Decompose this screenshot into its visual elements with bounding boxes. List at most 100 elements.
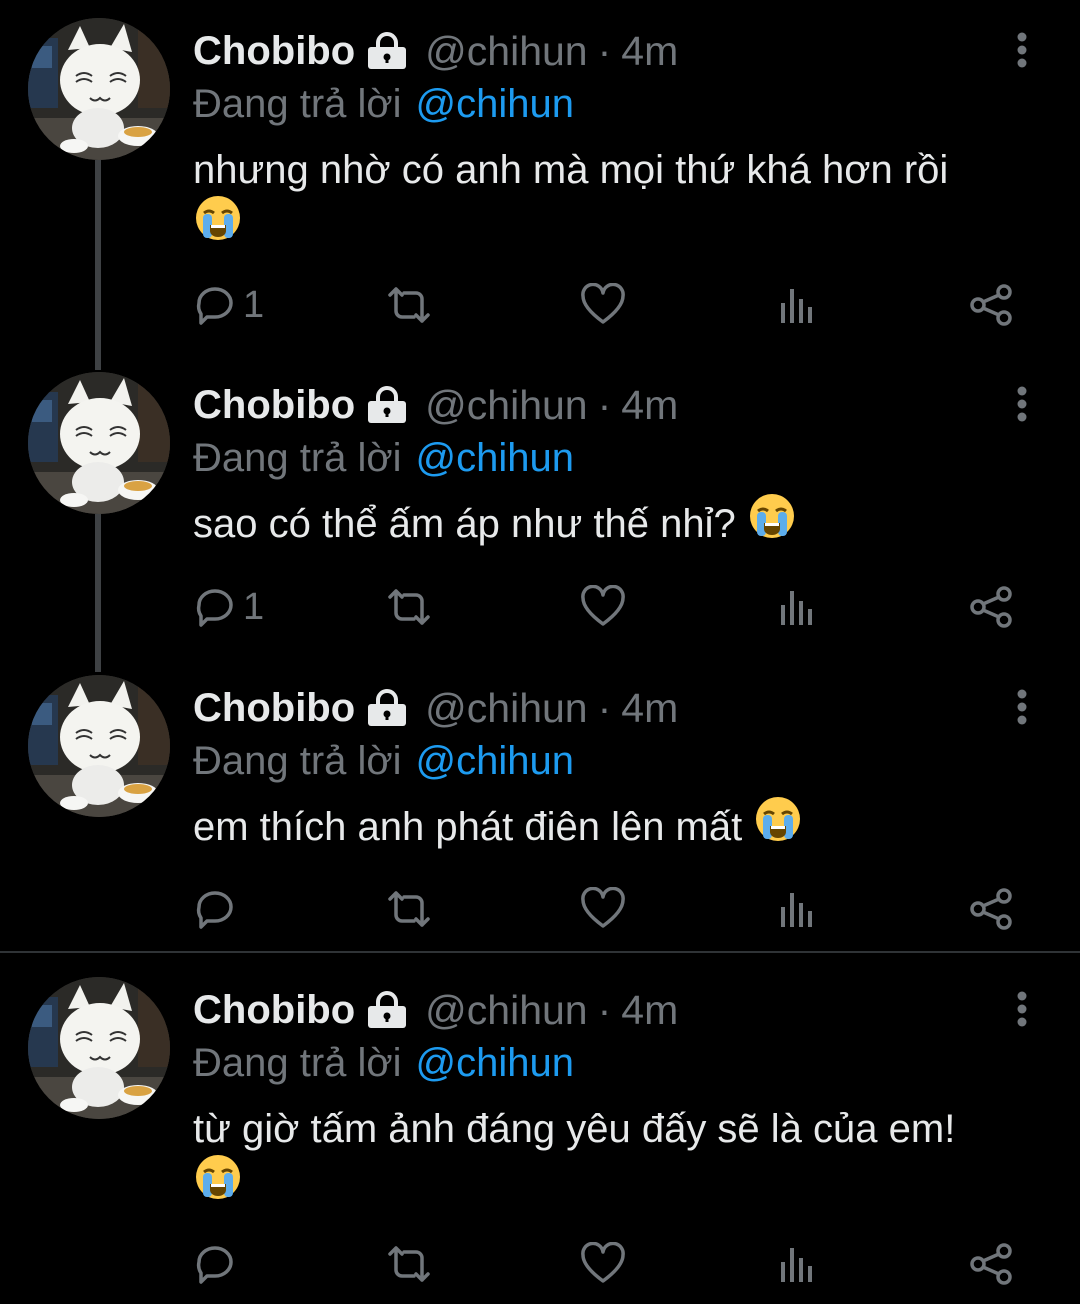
timestamp[interactable]: 4m <box>621 28 678 75</box>
replying-to-handle[interactable]: @chihun <box>416 1041 574 1086</box>
more-options-icon[interactable] <box>1008 989 1036 1029</box>
tweet[interactable]: Chobibo @chihun · 4m Đang trả lời @chihu… <box>0 18 1080 338</box>
reply-button[interactable] <box>193 879 243 939</box>
like-icon <box>581 1242 625 1283</box>
tweet-text-content: sao có thể ấm áp như thế nhỉ? <box>193 502 736 546</box>
timestamp[interactable]: 4m <box>621 987 678 1034</box>
reply-count: 1 <box>243 585 265 628</box>
lock-icon <box>365 32 409 70</box>
share-icon <box>970 1243 1012 1285</box>
reply-icon <box>196 589 233 627</box>
separator-dot: · <box>597 986 612 1033</box>
avatar[interactable] <box>28 675 170 817</box>
retweet-button[interactable] <box>384 1234 434 1294</box>
views-button[interactable] <box>778 1234 818 1294</box>
lock-icon <box>365 991 409 1029</box>
tweet-header: Chobibo @chihun · 4m <box>193 683 678 733</box>
replying-to-label: Đang trả lời <box>193 738 402 783</box>
reply-icon <box>196 287 233 325</box>
more-options-icon[interactable] <box>1008 687 1036 727</box>
loudly-crying-face-icon <box>193 193 243 258</box>
reply-button[interactable]: 1 <box>193 577 264 637</box>
timestamp[interactable]: 4m <box>621 382 678 429</box>
user-handle[interactable]: @chihun <box>425 685 587 732</box>
replying-to: Đang trả lời @chihun <box>193 735 574 787</box>
loudly-crying-face-icon <box>193 1152 243 1217</box>
replying-to-label: Đang trả lời <box>193 1040 402 1085</box>
views-icon <box>781 893 812 927</box>
views-button[interactable] <box>778 275 818 335</box>
tweet-text: sao có thể ấm áp như thế nhỉ? <box>193 493 1053 556</box>
views-icon <box>781 591 812 625</box>
share-button[interactable] <box>968 879 1014 939</box>
views-button[interactable] <box>778 577 818 637</box>
loudly-crying-face-icon <box>747 491 797 556</box>
reply-button[interactable] <box>193 1234 243 1294</box>
tweet-header: Chobibo @chihun · 4m <box>193 380 678 430</box>
loudly-crying-face-icon <box>753 794 803 859</box>
retweet-button[interactable] <box>384 879 434 939</box>
like-icon <box>581 887 625 928</box>
timestamp[interactable]: 4m <box>621 685 678 732</box>
tweet-text: từ giờ tấm ảnh đáng yêu đấy sẽ là của em… <box>193 1101 1053 1217</box>
reply-count: 1 <box>243 283 265 326</box>
avatar[interactable] <box>28 18 170 160</box>
more-options-icon[interactable] <box>1008 384 1036 424</box>
like-icon <box>581 585 625 626</box>
more-options-icon[interactable] <box>1008 30 1036 70</box>
lock-icon <box>365 386 409 424</box>
share-icon <box>970 284 1012 326</box>
like-button[interactable] <box>580 879 626 939</box>
like-button[interactable] <box>580 577 626 637</box>
views-icon <box>781 289 812 323</box>
display-name[interactable]: Chobibo <box>193 988 355 1033</box>
reply-button[interactable]: 1 <box>193 275 264 335</box>
views-button[interactable] <box>778 879 818 939</box>
share-button[interactable] <box>968 577 1014 637</box>
display-name[interactable]: Chobibo <box>193 383 355 428</box>
reply-icon <box>196 891 233 929</box>
display-name[interactable]: Chobibo <box>193 686 355 731</box>
like-button[interactable] <box>580 275 626 335</box>
tweet-text: em thích anh phát điên lên mất <box>193 796 1053 859</box>
retweet-button[interactable] <box>384 577 434 637</box>
replying-to: Đang trả lời @chihun <box>193 432 574 484</box>
retweet-icon <box>388 589 430 625</box>
tweet-text-content: nhưng nhờ có anh mà mọi thứ khá hơn rồi <box>193 148 949 192</box>
retweet-icon <box>388 1246 430 1282</box>
display-name[interactable]: Chobibo <box>193 29 355 74</box>
tweet-text-content: từ giờ tấm ảnh đáng yêu đấy sẽ là của em… <box>193 1107 956 1151</box>
share-button[interactable] <box>968 1234 1014 1294</box>
replying-to-handle[interactable]: @chihun <box>416 739 574 784</box>
tweet-text-content: em thích anh phát điên lên mất <box>193 805 743 849</box>
tweet[interactable]: Chobibo @chihun · 4m Đang trả lời @chihu… <box>0 977 1080 1297</box>
like-button[interactable] <box>580 1234 626 1294</box>
share-button[interactable] <box>968 275 1014 335</box>
tweet-actions <box>0 879 1080 939</box>
retweet-icon <box>388 891 430 927</box>
tweet-header: Chobibo @chihun · 4m <box>193 26 678 76</box>
tweet-actions: 1 <box>0 577 1080 637</box>
tweet[interactable]: Chobibo @chihun · 4m Đang trả lời @chihu… <box>0 675 1080 945</box>
user-handle[interactable]: @chihun <box>425 382 587 429</box>
user-handle[interactable]: @chihun <box>425 28 587 75</box>
retweet-icon <box>388 287 430 323</box>
share-icon <box>970 888 1012 930</box>
lock-icon <box>365 689 409 727</box>
tweet[interactable]: Chobibo @chihun · 4m Đang trả lời @chihu… <box>0 372 1080 652</box>
replying-to-handle[interactable]: @chihun <box>416 82 574 127</box>
separator-dot: · <box>597 684 612 731</box>
tweet-header: Chobibo @chihun · 4m <box>193 985 678 1035</box>
replying-to-handle[interactable]: @chihun <box>416 436 574 481</box>
avatar[interactable] <box>28 372 170 514</box>
avatar[interactable] <box>28 977 170 1119</box>
tweet-text: nhưng nhờ có anh mà mọi thứ khá hơn rồi <box>193 142 1053 258</box>
divider <box>0 951 1080 953</box>
separator-dot: · <box>597 381 612 428</box>
replying-to: Đang trả lời @chihun <box>193 1037 574 1089</box>
user-handle[interactable]: @chihun <box>425 987 587 1034</box>
separator-dot: · <box>597 27 612 74</box>
like-icon <box>581 283 625 324</box>
tweet-actions: 1 <box>0 275 1080 335</box>
retweet-button[interactable] <box>384 275 434 335</box>
